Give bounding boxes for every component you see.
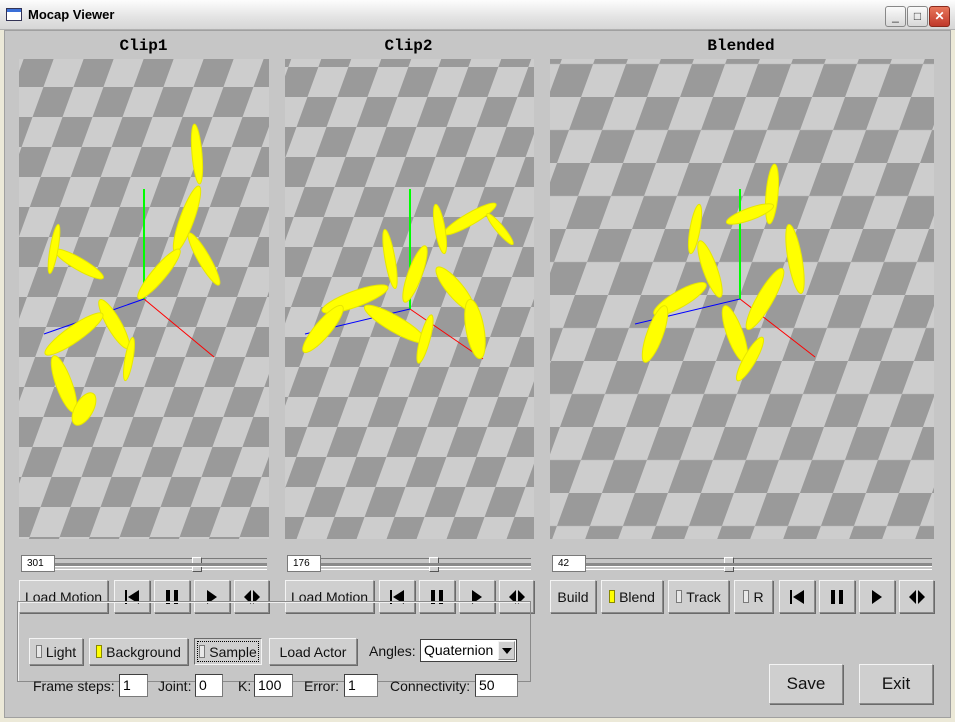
save-button[interactable]: Save <box>769 664 843 704</box>
track-label: Track <box>686 588 721 605</box>
joint-label: Joint: <box>158 678 192 694</box>
blend-checkbox-indicator <box>609 590 616 603</box>
clip1-timeline-slider[interactable] <box>55 557 267 572</box>
checkered-floor <box>550 59 934 539</box>
blended-loop-button[interactable] <box>899 580 934 613</box>
view-label-clip2: Clip2 <box>384 37 433 55</box>
bidirectional-play-icon <box>908 589 925 604</box>
load-actor-button[interactable]: Load Actor <box>269 638 357 665</box>
clip1-slider-thumb[interactable] <box>192 557 202 572</box>
frame-steps-label: Frame steps: <box>33 678 115 694</box>
clip1-scene <box>19 59 269 539</box>
build-button[interactable]: Build <box>550 580 596 613</box>
clip2-scene <box>285 59 534 539</box>
close-button[interactable]: ✕ <box>929 6 950 27</box>
view-label-blended: Blended <box>707 37 775 55</box>
blended-pause-button[interactable] <box>819 580 855 613</box>
connectivity-input[interactable]: 50 <box>475 674 518 697</box>
blended-timeline-slider[interactable] <box>586 557 932 572</box>
blend-toggle[interactable]: Blend <box>601 580 663 613</box>
view-label-clip1: Clip1 <box>119 37 168 55</box>
k-input[interactable]: 100 <box>254 674 293 697</box>
play-icon <box>872 589 882 604</box>
r-checkbox-indicator <box>743 590 750 603</box>
joint-input[interactable]: 0 <box>195 674 223 697</box>
angles-selected-value: Quaternion <box>424 642 494 658</box>
r-label: R <box>753 588 764 605</box>
blended-viewport[interactable] <box>550 59 934 539</box>
background-label: Background <box>106 643 181 660</box>
track-checkbox-indicator <box>676 590 683 603</box>
mocap-viewer-window: Mocap Viewer _ □ ✕ Clip1 Clip2 Blended 3… <box>0 0 955 722</box>
dropdown-arrow-icon[interactable] <box>498 641 515 660</box>
skip-back-icon <box>790 589 804 604</box>
error-input[interactable]: 1 <box>344 674 378 697</box>
track-toggle[interactable]: Track <box>668 580 729 613</box>
light-checkbox-indicator <box>35 645 42 658</box>
connectivity-label: Connectivity: <box>390 678 471 694</box>
blended-frame-counter: 42 <box>552 555 586 572</box>
app-window-icon <box>6 8 22 21</box>
sample-toggle[interactable]: Sample <box>194 638 262 665</box>
maximize-button[interactable]: □ <box>907 6 928 27</box>
angles-select[interactable]: Quaternion <box>420 639 517 662</box>
window-title: Mocap Viewer <box>28 7 115 22</box>
clip2-slider-thumb[interactable] <box>429 557 439 572</box>
title-bar[interactable]: Mocap Viewer _ □ ✕ <box>0 0 955 30</box>
background-toggle[interactable]: Background <box>89 638 188 665</box>
pause-icon <box>831 589 843 604</box>
clip1-viewport[interactable] <box>19 59 269 539</box>
sample-checkbox-indicator <box>199 645 206 658</box>
k-label: K: <box>238 678 252 694</box>
sample-label: Sample <box>209 643 257 660</box>
blended-play-button[interactable] <box>859 580 895 613</box>
frame-steps-input[interactable]: 1 <box>119 674 148 697</box>
light-label: Light <box>45 643 77 660</box>
r-toggle[interactable]: R <box>734 580 773 613</box>
light-toggle[interactable]: Light <box>29 638 83 665</box>
angles-label: Angles: <box>369 643 416 659</box>
blended-rewind-button[interactable] <box>779 580 815 613</box>
exit-button[interactable]: Exit <box>859 664 933 704</box>
blended-slider-thumb[interactable] <box>724 557 734 572</box>
background-checkbox-indicator <box>96 645 103 658</box>
clip2-timeline-slider[interactable] <box>321 557 531 572</box>
blend-label: Blend <box>619 588 655 605</box>
minimize-button[interactable]: _ <box>885 6 906 27</box>
error-label: Error: <box>304 678 339 694</box>
blended-scene <box>550 59 934 539</box>
clip1-frame-counter: 301 <box>21 555 55 572</box>
clip2-frame-counter: 176 <box>287 555 321 572</box>
clip2-viewport[interactable] <box>285 59 534 539</box>
